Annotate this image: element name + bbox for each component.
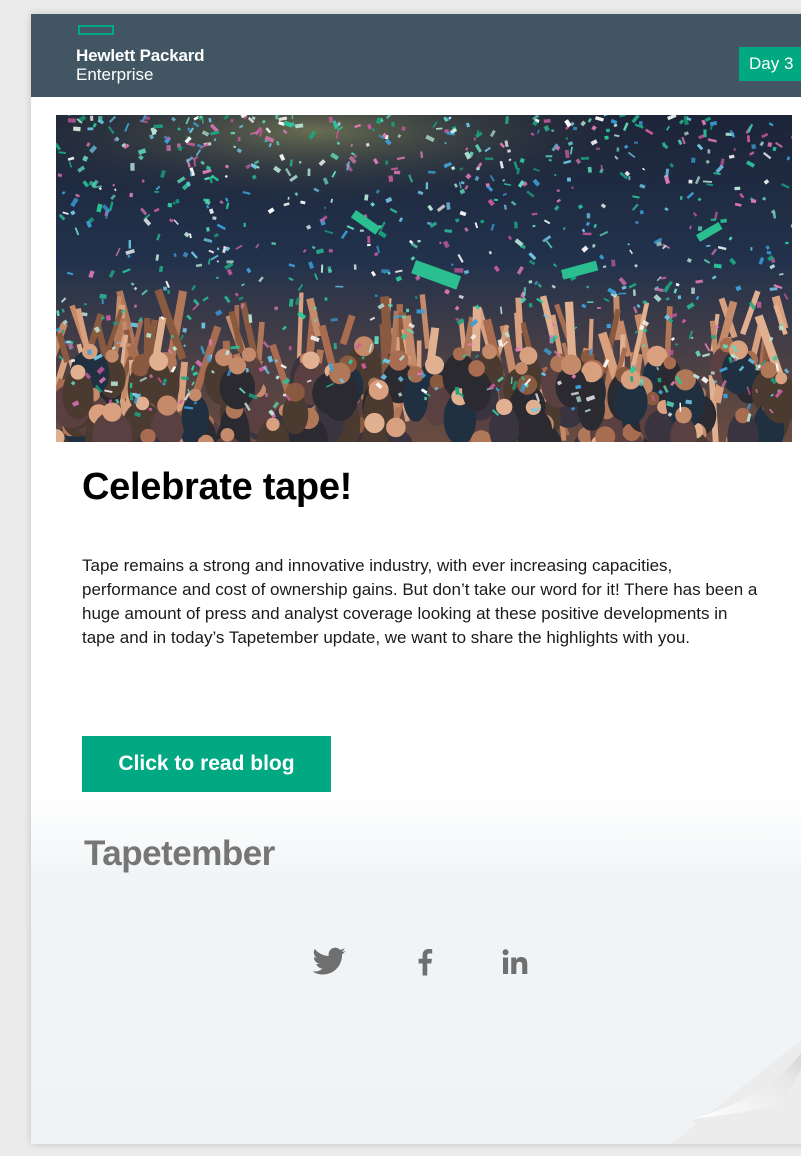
confetti-crowd-photo (56, 115, 792, 442)
twitter-icon[interactable] (311, 944, 347, 980)
logo-text-line2: Enterprise (76, 65, 154, 84)
hpe-logo-icon (78, 25, 114, 35)
email-header: Hewlett Packard Enterprise Day 3 (31, 14, 801, 97)
facebook-icon[interactable] (407, 944, 443, 980)
body-paragraph: Tape remains a strong and innovative ind… (82, 556, 758, 647)
linkedin-icon[interactable] (497, 944, 533, 980)
page-curl (671, 1040, 801, 1144)
tapetember-brand: Tapetember (84, 834, 275, 873)
read-blog-button[interactable]: Click to read blog (82, 736, 331, 792)
hero-image (56, 115, 792, 442)
day-badge: Day 3 (739, 47, 801, 81)
email-sheet: Hewlett Packard Enterprise Day 3 Celebra… (31, 14, 801, 1144)
headline: Celebrate tape! (82, 466, 353, 508)
logo-text-line1: Hewlett Packard (76, 46, 205, 65)
